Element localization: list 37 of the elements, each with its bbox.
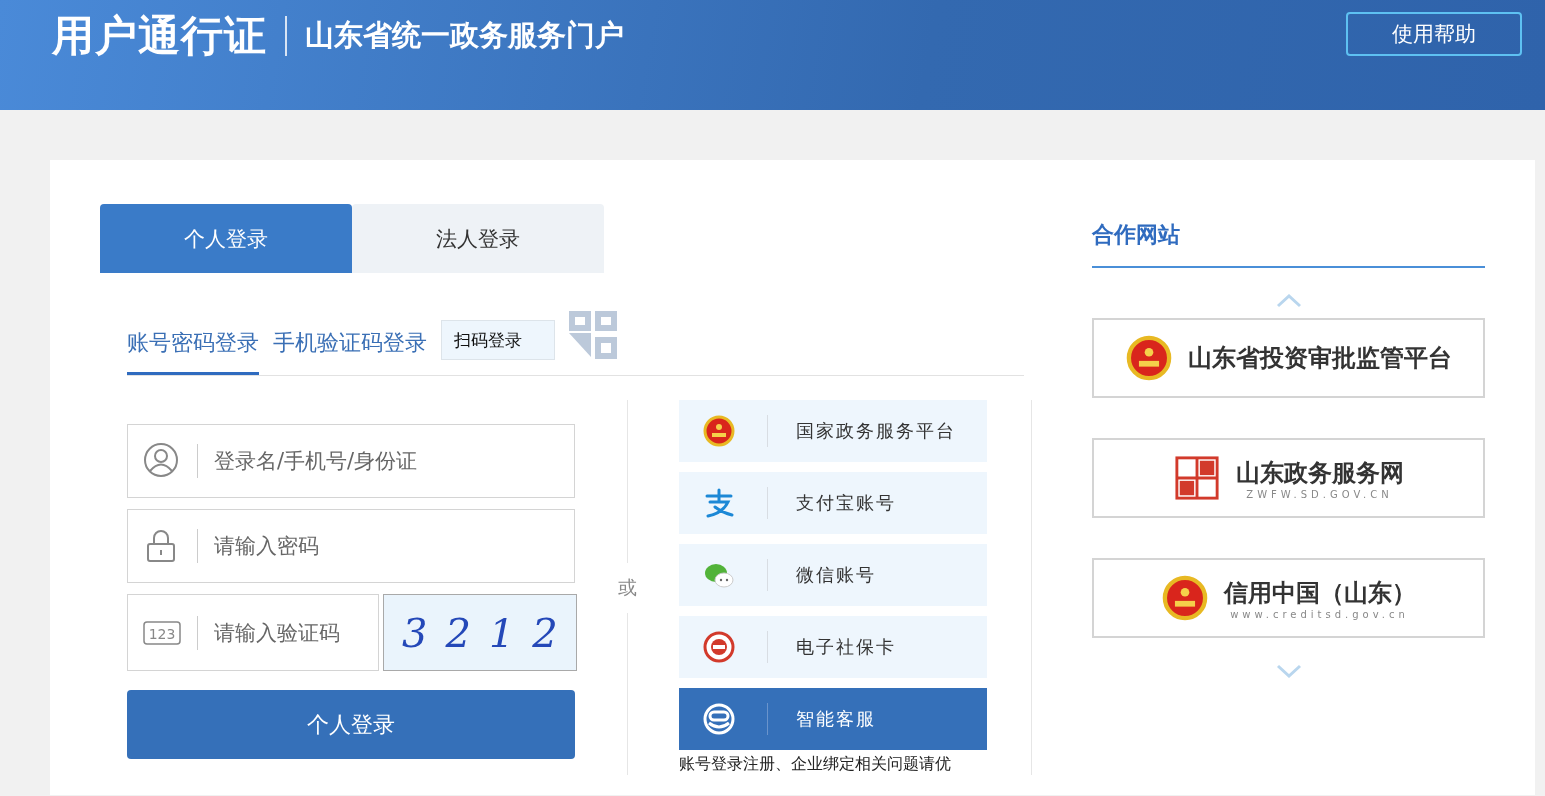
partner-link[interactable]: 信用中国（山东） www.creditsd.gov.cn	[1092, 558, 1485, 638]
partners-title: 合作网站	[1092, 204, 1485, 268]
login-option[interactable]: 支付宝账号	[679, 472, 987, 534]
login-option[interactable]: 电子社保卡	[679, 616, 987, 678]
login-option[interactable]: 国家政务服务平台	[679, 400, 987, 462]
login-tab[interactable]: 个人登录	[100, 204, 352, 273]
help-button[interactable]: 使用帮助	[1346, 12, 1522, 56]
login-method-tab[interactable]: 账号密码登录	[127, 313, 259, 375]
qr-code-icon[interactable]	[569, 311, 617, 359]
seal-icon	[1173, 455, 1220, 501]
login-tab[interactable]: 法人登录	[352, 204, 604, 273]
emblem-icon	[1161, 575, 1208, 621]
qr-login-button[interactable]: 扫码登录	[441, 320, 555, 360]
captcha-image[interactable]: 3212	[383, 594, 577, 671]
partner-link[interactable]: 山东政务服务网 ZWFW.SD.GOV.CN	[1092, 438, 1485, 518]
login-method-tab[interactable]: 手机验证码登录	[273, 313, 427, 375]
site-url: www.creditsd.gov.cn	[1230, 608, 1409, 620]
help-note: 账号登录注册、企业绑定相关问题请优	[679, 754, 952, 775]
login-button[interactable]: 个人登录	[127, 690, 575, 759]
scroll-down-icon[interactable]	[1275, 664, 1302, 678]
emblem-icon	[1125, 335, 1172, 381]
site-url: ZWFW.SD.GOV.CN	[1246, 488, 1393, 500]
site-name: 山东省投资审批监管平台	[1187, 342, 1452, 374]
login-option[interactable]: 微信账号	[679, 544, 987, 606]
or-label: 或	[617, 562, 637, 613]
site-title: 用户通行证	[52, 10, 267, 62]
scroll-up-icon[interactable]	[1275, 294, 1302, 308]
badge-icon	[703, 631, 735, 663]
site-name: 山东政务服务网	[1235, 456, 1404, 489]
alipay-icon	[703, 487, 735, 519]
site-name: 信用中国（山东）	[1223, 576, 1416, 609]
emblem-icon	[703, 415, 735, 447]
login-option[interactable]: 智能客服	[679, 688, 987, 750]
user-icon	[143, 442, 181, 480]
site-subtitle: 山东省统一政务服务门户	[305, 17, 624, 54]
partner-link[interactable]: 山东省投资审批监管平台	[1092, 318, 1485, 398]
robot-face-icon	[703, 703, 735, 735]
